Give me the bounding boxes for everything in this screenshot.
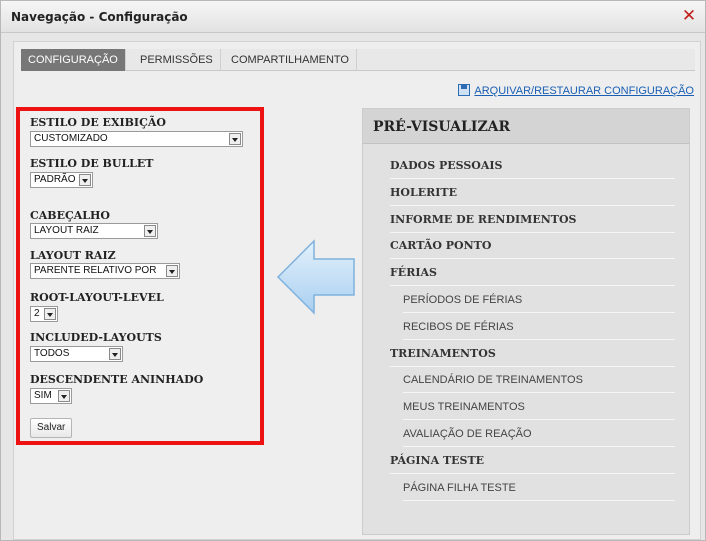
preview-subitem[interactable]: CALENDÁRIO DE TREINAMENTOS	[403, 367, 675, 394]
bullet-style-select[interactable]: PADRÃO	[30, 172, 93, 188]
bullet-style-label: ESTILO DE BULLET	[30, 157, 154, 170]
preview-subitem[interactable]: PERÍODOS DE FÉRIAS	[403, 287, 675, 313]
nested-descendant-value: SIM	[34, 390, 52, 401]
chevron-down-icon	[79, 174, 91, 186]
root-layout-value: PARENTE RELATIVO POR	[34, 265, 157, 276]
bullet-style-value: PADRÃO	[34, 174, 76, 185]
preview-subitem[interactable]: MEUS TREINAMENTOS	[403, 394, 675, 421]
chevron-down-icon	[109, 348, 121, 360]
chevron-down-icon	[229, 133, 241, 145]
tab-permissoes[interactable]: PERMISSÕES	[133, 49, 221, 71]
dialog-title: Navegação - Configuração	[11, 10, 188, 24]
nested-descendant-select[interactable]: SIM	[30, 388, 72, 404]
preview-header: PRÉ-VISUALIZAR	[363, 109, 689, 144]
root-layout-label: LAYOUT RAIZ	[30, 249, 116, 262]
preview-subitem[interactable]: PÁGINA FILHA TESTE	[403, 475, 675, 501]
root-layout-level-value: 2	[34, 308, 40, 319]
root-layout-select[interactable]: PARENTE RELATIVO POR	[30, 263, 180, 279]
settings-form: ESTILO DE EXIBIÇÃO CUSTOMIZADO ESTILO DE…	[16, 107, 264, 445]
tab-configuracao[interactable]: CONFIGURAÇÃO	[21, 49, 126, 71]
display-style-value: CUSTOMIZADO	[34, 133, 108, 144]
chevron-down-icon	[44, 308, 56, 320]
preview-item[interactable]: CARTÃO PONTO	[390, 233, 675, 260]
save-button[interactable]: Salvar	[30, 418, 73, 438]
floppy-icon	[458, 84, 471, 96]
root-layout-level-select[interactable]: 2	[30, 306, 58, 322]
close-icon[interactable]: ✕	[681, 8, 697, 25]
preview-subitem[interactable]: AVALIAÇÃO DE REAÇÃO	[403, 421, 675, 447]
preview-subitem[interactable]: RECIBOS DE FÉRIAS	[403, 314, 675, 340]
header-value: LAYOUT RAIZ	[34, 225, 99, 236]
included-layouts-label: INCLUDED-LAYOUTS	[30, 331, 162, 344]
chevron-down-icon	[166, 265, 178, 277]
preview-item[interactable]: INFORME DE RENDIMENTOS	[390, 207, 675, 233]
included-layouts-value: TODOS	[34, 348, 70, 359]
preview-item[interactable]: TREINAMENTOS	[390, 341, 675, 367]
dialog-titlebar: Navegação - Configuração ✕	[1, 1, 705, 33]
archive-restore-link[interactable]: ARQUIVAR/RESTAURAR CONFIGURAÇÃO	[458, 84, 694, 97]
display-style-label: ESTILO DE EXIBIÇÃO	[30, 116, 166, 129]
preview-item[interactable]: HOLERITE	[390, 180, 675, 206]
chevron-down-icon	[144, 225, 156, 237]
included-layouts-select[interactable]: TODOS	[30, 346, 123, 362]
config-panel: CONFIGURAÇÃO PERMISSÕES COMPARTILHAMENTO…	[13, 41, 701, 540]
chevron-down-icon	[58, 390, 70, 402]
preview-item[interactable]: PÁGINA TESTE	[390, 448, 675, 474]
left-arrow-icon	[276, 239, 355, 315]
root-layout-level-label: ROOT-LAYOUT-LEVEL	[30, 291, 164, 304]
header-label: CABEÇALHO	[30, 209, 110, 222]
header-select[interactable]: LAYOUT RAIZ	[30, 223, 158, 239]
preview-item[interactable]: FÉRIAS	[390, 260, 675, 287]
nested-descendant-label: DESCENDENTE ANINHADO	[30, 373, 204, 386]
preview-title: PRÉ-VISUALIZAR	[373, 119, 511, 135]
tab-bar: CONFIGURAÇÃO PERMISSÕES COMPARTILHAMENTO	[21, 49, 695, 71]
display-style-select[interactable]: CUSTOMIZADO	[30, 131, 243, 147]
preview-item[interactable]: DADOS PESSOAIS	[390, 153, 675, 179]
navigation-config-dialog: Navegação - Configuração ✕ CONFIGURAÇÃO …	[0, 0, 706, 541]
archive-restore-label: ARQUIVAR/RESTAURAR CONFIGURAÇÃO	[474, 85, 694, 97]
tab-compartilhamento[interactable]: COMPARTILHAMENTO	[224, 49, 357, 71]
preview-panel: PRÉ-VISUALIZAR DADOS PESSOAIS HOLERITE INF…	[362, 108, 690, 535]
